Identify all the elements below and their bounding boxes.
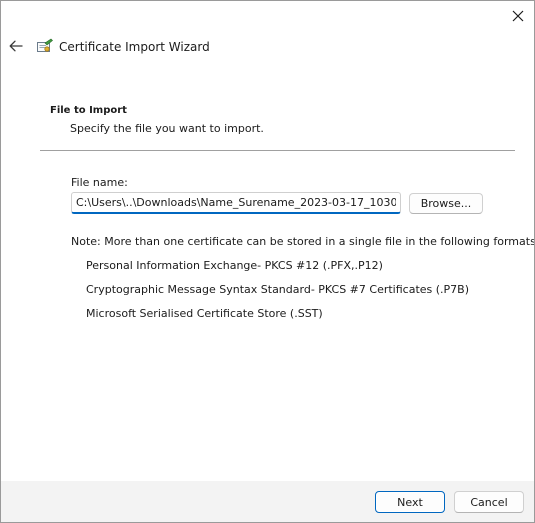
window-title: Certificate Import Wizard	[59, 40, 210, 54]
next-button[interactable]: Next	[375, 491, 445, 513]
certificate-icon	[37, 38, 53, 52]
format-item-pkcs7: Cryptographic Message Syntax Standard- P…	[86, 283, 470, 296]
format-item-sst: Microsoft Serialised Certificate Store (…	[86, 307, 323, 320]
cancel-button[interactable]: Cancel	[454, 491, 524, 513]
close-button[interactable]	[501, 1, 534, 31]
section-title: File to Import	[50, 105, 127, 116]
section-description: Specify the file you want to import.	[70, 122, 264, 135]
file-name-label: File name:	[71, 176, 128, 189]
header-divider	[40, 150, 515, 151]
browse-button[interactable]: Browse...	[409, 193, 483, 214]
file-name-input[interactable]	[71, 192, 401, 214]
formats-note: Note: More than one certificate can be s…	[71, 235, 535, 248]
back-arrow-icon	[9, 40, 23, 52]
close-icon	[512, 10, 524, 22]
certificate-import-wizard-window: Certificate Import Wizard File to Import…	[0, 0, 535, 523]
back-button[interactable]	[5, 35, 27, 57]
format-item-pkcs12: Personal Information Exchange- PKCS #12 …	[86, 259, 383, 272]
